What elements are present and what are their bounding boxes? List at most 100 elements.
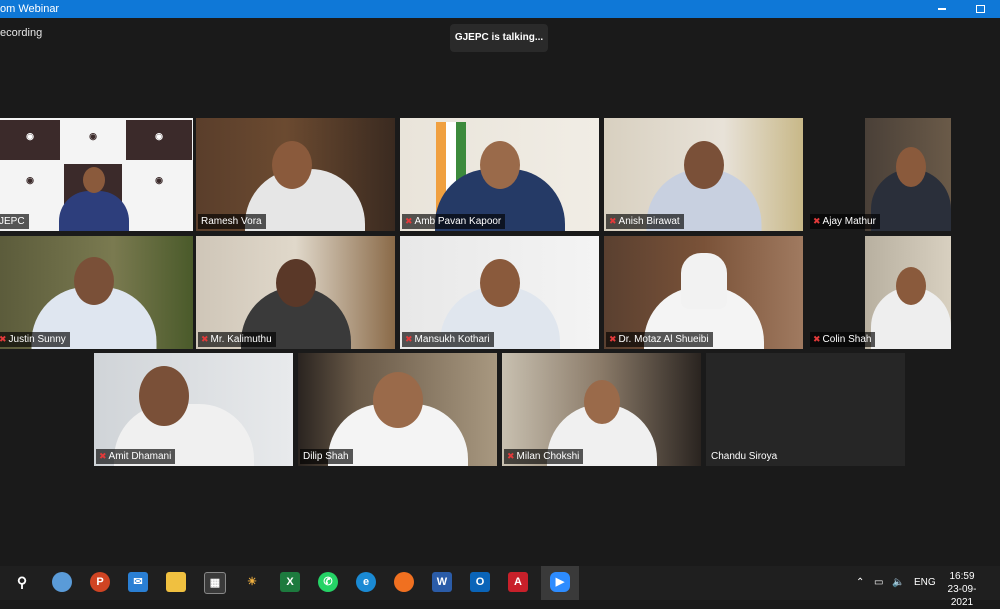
whatsapp-icon[interactable]: ✆ <box>318 572 338 592</box>
participant-head <box>271 141 312 189</box>
word-icon[interactable]: W <box>432 572 452 592</box>
participant-name: Chandu Siroya <box>711 451 778 462</box>
search-icon[interactable]: ⚲ <box>12 572 32 592</box>
participant-name-tag: Dilip Shah <box>300 449 353 464</box>
participant-name: Anish Birawat <box>618 216 680 227</box>
weather-icon[interactable]: ☀ <box>242 572 262 592</box>
taskbar-clock[interactable]: 16:59 23-09-2021 <box>940 570 984 609</box>
outlook-icon[interactable]: O <box>470 572 490 592</box>
participant-name: JEPC <box>0 216 25 227</box>
firefox-icon[interactable] <box>394 572 414 592</box>
participant-name-tag: ✖ Amb Pavan Kapoor <box>402 214 506 229</box>
video-tile-colin-shah[interactable]: ✖ Colin Shah <box>808 236 951 349</box>
volume-icon[interactable]: 🔈 <box>892 566 904 600</box>
language-indicator[interactable]: ENG <box>914 566 936 600</box>
edge-icon[interactable]: e <box>356 572 376 592</box>
participant-head <box>82 167 105 193</box>
participant-head <box>479 141 520 189</box>
video-tile-mr-kalimuthu[interactable]: ✖ Mr. Kalimuthu <box>196 236 395 349</box>
participant-name: Justin Sunny <box>8 334 66 345</box>
video-tile-milan-chokshi[interactable]: ✖ Milan Chokshi <box>502 353 701 466</box>
video-tile-justin-sunny[interactable]: ✖ Justin Sunny <box>0 236 193 349</box>
video-tile-chandu-siroya[interactable]: Chandu Siroya <box>706 353 905 466</box>
video-tile-dilip-shah[interactable]: Dilip Shah <box>298 353 497 466</box>
participant-name-tag: ✖ Ajay Mathur <box>810 214 880 229</box>
video-tile-amb-pavan-kapoor[interactable]: ✖ Amb Pavan Kapoor <box>400 118 599 231</box>
participant-name: Ajay Mathur <box>822 216 876 227</box>
mic-muted-icon: ✖ <box>813 216 821 226</box>
participant-name: Colin Shah <box>822 334 872 345</box>
mic-muted-icon: ✖ <box>201 334 209 344</box>
gjepc-logo: ◉ <box>0 120 60 160</box>
participant-name-tag: ✖ Colin Shah <box>810 332 876 347</box>
participant-name-tag: ✖ Justin Sunny <box>0 332 70 347</box>
participant-head <box>372 372 423 428</box>
participant-name: Mansukh Kothari <box>414 334 490 345</box>
store-icon[interactable]: ▦ <box>204 572 226 594</box>
video-tile-jepc[interactable]: ◉ ◉ ◉ ◉ ◉ ◉ JEPC <box>0 118 193 231</box>
mic-muted-icon: ✖ <box>0 334 7 344</box>
video-tile-ramesh-vora[interactable]: Ramesh Vora <box>196 118 395 231</box>
mic-muted-icon: ✖ <box>99 451 107 461</box>
file-explorer-icon[interactable] <box>166 572 186 592</box>
participant-name-tag: ✖ Milan Chokshi <box>504 449 584 464</box>
zoom-icon[interactable]: ▶ <box>550 572 570 592</box>
video-tile-ajay-mathur[interactable]: ✖ Ajay Mathur <box>808 118 951 231</box>
windows-taskbar: ⚲ P ✉ ▦ ☀ X ✆ e W O A ▶ ⌃ ▭ 🔈 ENG 16:59 … <box>0 566 1000 608</box>
gjepc-logo: ◉ <box>126 164 192 204</box>
gjepc-logo: ◉ <box>126 120 192 160</box>
window-title: om Webinar <box>0 3 60 15</box>
ms-paint-icon[interactable] <box>52 572 72 592</box>
video-tile-anish-birawat[interactable]: ✖ Anish Birawat <box>604 118 803 231</box>
recording-indicator: ecording <box>0 27 43 39</box>
excel-icon[interactable]: X <box>280 572 300 592</box>
network-icon[interactable]: ▭ <box>874 566 883 600</box>
participant-name: Dr. Motaz Al Shueibi <box>618 334 709 345</box>
participant-head <box>275 259 316 307</box>
participant-head <box>138 366 189 426</box>
participant-name-tag: ✖ Amit Dhamani <box>96 449 176 464</box>
powerpoint-icon[interactable]: P <box>90 572 110 592</box>
participant-head <box>895 267 926 305</box>
participant-name-tag: ✖ Dr. Motaz Al Shueibi <box>606 332 713 347</box>
gjepc-logo: ◉ <box>0 164 60 204</box>
mic-muted-icon: ✖ <box>609 216 617 226</box>
participant-name-tag: ✖ Mansukh Kothari <box>402 332 494 347</box>
clock-time: 16:59 <box>949 571 975 582</box>
participant-head <box>895 147 926 187</box>
participant-name: Amb Pavan Kapoor <box>414 216 502 227</box>
participant-head <box>683 141 724 189</box>
participant-name: Dilip Shah <box>303 451 349 462</box>
mic-muted-icon: ✖ <box>405 216 413 226</box>
participant-name: Amit Dhamani <box>108 451 172 462</box>
participant-name-tag: JEPC <box>0 214 29 229</box>
participant-name: Milan Chokshi <box>516 451 580 462</box>
mic-muted-icon: ✖ <box>405 334 413 344</box>
participant-name-tag: ✖ Anish Birawat <box>606 214 684 229</box>
window-titlebar: om Webinar <box>0 0 1000 18</box>
video-tile-amit-dhamani[interactable]: ✖ Amit Dhamani <box>94 353 293 466</box>
participant-name-tag: ✖ Mr. Kalimuthu <box>198 332 276 347</box>
participant-name: Mr. Kalimuthu <box>210 334 272 345</box>
video-tile-mansukh-kothari[interactable]: ✖ Mansukh Kothari <box>400 236 599 349</box>
participant-headwear <box>680 253 727 309</box>
show-hidden-icons-chevron-icon[interactable]: ⌃ <box>856 566 864 600</box>
minimize-icon <box>938 8 946 11</box>
participant-head <box>583 380 620 424</box>
participant-name-tag: Ramesh Vora <box>198 214 266 229</box>
participant-head <box>73 257 114 305</box>
mail-icon[interactable]: ✉ <box>128 572 148 592</box>
mic-muted-icon: ✖ <box>609 334 617 344</box>
participant-name-tag: Chandu Siroya <box>708 449 781 464</box>
gjepc-logo: ◉ <box>64 120 122 160</box>
restore-icon <box>975 5 985 14</box>
mic-muted-icon: ✖ <box>507 451 515 461</box>
participant-name: Ramesh Vora <box>201 216 262 227</box>
talking-indicator: GJEPC is talking... <box>450 24 548 52</box>
clock-date: 23-09-2021 <box>947 584 977 608</box>
video-tile-dr-motaz-al-shueibi[interactable]: ✖ Dr. Motaz Al Shueibi <box>604 236 803 349</box>
minimize-button[interactable] <box>924 0 960 18</box>
mic-muted-icon: ✖ <box>813 334 821 344</box>
acrobat-icon[interactable]: A <box>508 572 528 592</box>
restore-button[interactable] <box>962 0 998 18</box>
